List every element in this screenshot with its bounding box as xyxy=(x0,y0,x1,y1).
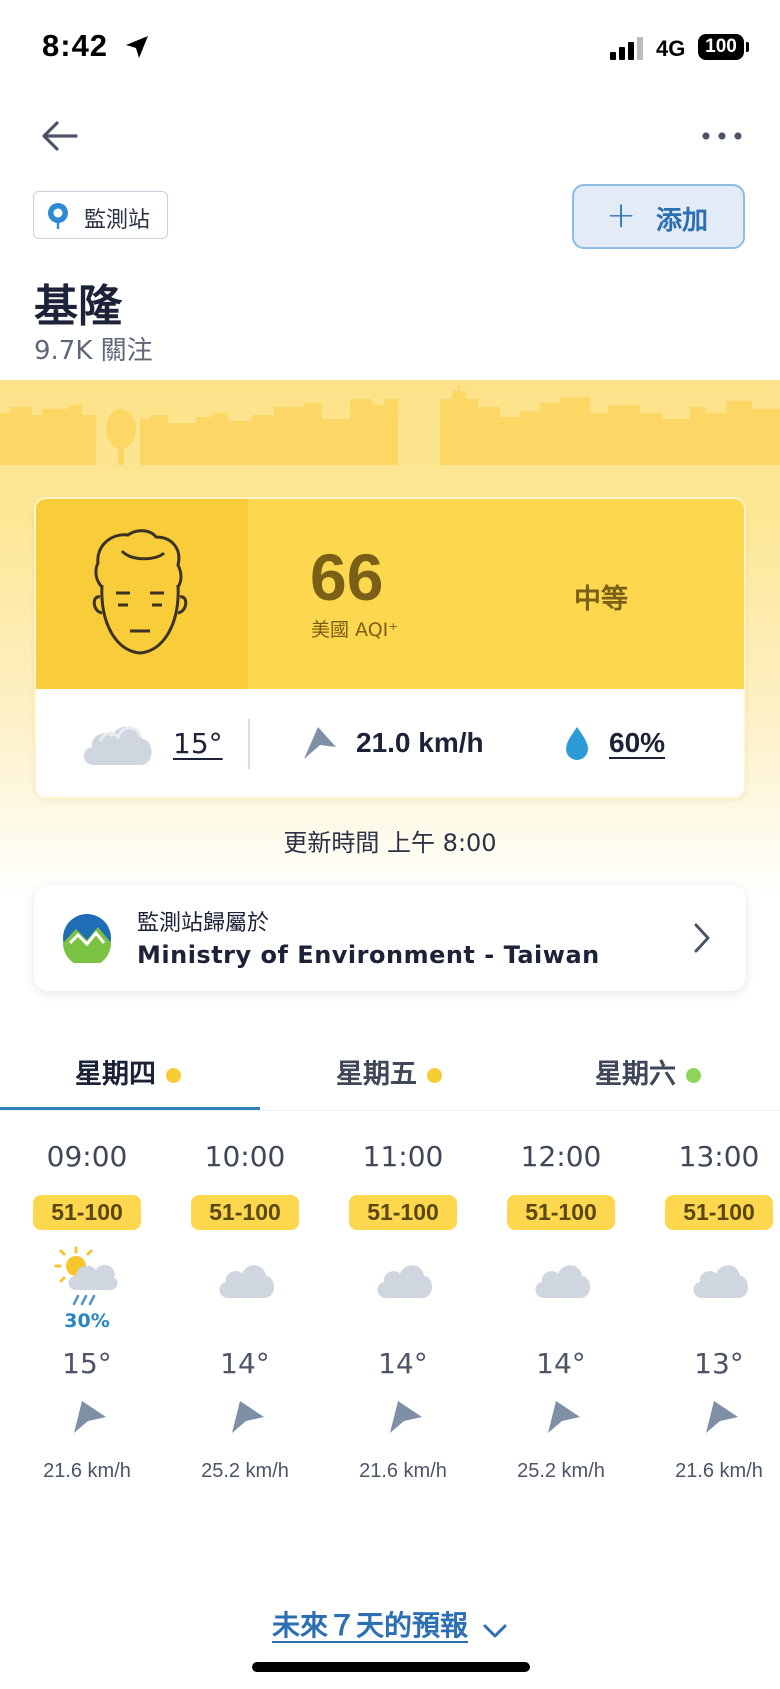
wind-direction-icon xyxy=(304,727,336,759)
hour-temperature: 15° xyxy=(62,1347,112,1380)
location-arrow-icon xyxy=(126,36,148,58)
hour-aqi-badge: 51-100 xyxy=(665,1195,773,1230)
hour-temperature: 13° xyxy=(694,1347,744,1380)
tab-label: 星期四 xyxy=(75,1059,156,1090)
active-tab-indicator xyxy=(0,1107,260,1110)
hour-time: 10:00 xyxy=(204,1140,286,1173)
hour-time: 11:00 xyxy=(362,1140,444,1173)
aqi-level: 中等 xyxy=(574,584,628,615)
hour-temperature: 14° xyxy=(536,1347,586,1380)
current-humidity[interactable]: 60% xyxy=(609,727,665,759)
current-weather-row: 15° 21.0 km/h 60% xyxy=(36,689,744,797)
cloud-icon xyxy=(693,1265,748,1298)
ministry-logo-icon xyxy=(63,914,111,963)
station-pin-icon xyxy=(48,203,68,229)
signal-icon xyxy=(610,36,646,60)
hour-aqi-badge: 51-100 xyxy=(191,1195,299,1230)
followers-count: 9.7K 關注 xyxy=(34,336,153,366)
hourly-item: 10:00 51-100 14° 25.2 km/h xyxy=(180,1140,310,1490)
home-indicator[interactable] xyxy=(252,1662,530,1672)
tabs-baseline xyxy=(0,1110,780,1111)
source-name: Ministry of Environment - Taiwan xyxy=(137,941,600,969)
hour-temperature: 14° xyxy=(220,1347,270,1380)
aqi-dot-icon xyxy=(166,1068,181,1083)
hour-time: 09:00 xyxy=(46,1140,128,1173)
cloud-icon xyxy=(535,1265,590,1298)
source-card[interactable]: 監測站歸屬於 Ministry of Environment - Taiwan xyxy=(34,885,746,991)
chevron-down-icon xyxy=(483,1624,507,1637)
cloud-icon xyxy=(377,1265,432,1298)
hour-wind-speed: 25.2 km/h xyxy=(517,1460,605,1482)
wind-direction-icon xyxy=(706,1401,738,1433)
hourly-item: 12:00 51-100 14° 25.2 km/h xyxy=(496,1140,626,1490)
hour-aqi-badge: 51-100 xyxy=(33,1195,141,1230)
hour-time: 12:00 xyxy=(520,1140,602,1173)
face-icon xyxy=(92,529,188,655)
tab-label: 星期五 xyxy=(336,1059,417,1090)
wind-direction-icon xyxy=(74,1401,106,1433)
hour-wind-speed: 21.6 km/h xyxy=(43,1460,131,1482)
hour-rain-chance: 30% xyxy=(64,1310,110,1332)
tab-saturday[interactable]: 星期六 xyxy=(595,1052,701,1091)
forecast-link-label: 未來７天的預報 xyxy=(271,1609,468,1642)
updated-time: 更新時間 上午 8:00 xyxy=(283,829,497,857)
divider xyxy=(248,719,250,769)
aqi-dot-icon xyxy=(686,1068,701,1083)
aqi-card-header: 66 美國 AQI⁺ 中等 xyxy=(36,499,744,689)
source-label: 監測站歸屬於 xyxy=(137,911,270,936)
cloud-icon xyxy=(83,726,152,765)
hour-temperature: 14° xyxy=(378,1347,428,1380)
aqi-dot-icon xyxy=(427,1068,442,1083)
wind-direction-icon xyxy=(390,1401,422,1433)
station-tag: 監測站 xyxy=(33,191,168,239)
city-title: 基隆 xyxy=(34,281,122,332)
station-tag-label: 監測站 xyxy=(84,208,151,233)
cloud-icon xyxy=(219,1265,274,1298)
current-wind-speed: 21.0 km/h xyxy=(356,727,484,758)
wind-direction-icon xyxy=(232,1401,264,1433)
battery-icon: 100 xyxy=(698,34,744,60)
hour-time: 13:00 xyxy=(678,1140,760,1173)
face-panel xyxy=(36,499,248,689)
sun-cloud-rain-icon xyxy=(54,1246,118,1306)
network-type: 4G xyxy=(656,36,686,61)
hour-aqi-badge: 51-100 xyxy=(507,1195,615,1230)
add-button-label: 添加 xyxy=(656,206,709,236)
battery-cap xyxy=(746,42,749,52)
humidity-drop-icon xyxy=(566,727,588,760)
tab-thursday[interactable]: 星期四 xyxy=(75,1052,181,1091)
back-arrow-icon[interactable] xyxy=(36,112,84,160)
hourly-item: 13:00 51-100 13° 21.6 km/h xyxy=(654,1140,780,1490)
forecast-7-day-link[interactable]: 未來７天的預報 xyxy=(0,1604,780,1644)
hourly-item: 09:00 51-100 30% 15° 21.6 km/h xyxy=(22,1140,152,1490)
hour-wind-speed: 21.6 km/h xyxy=(675,1460,763,1482)
plus-icon: + xyxy=(606,195,637,236)
hour-wind-speed: 21.6 km/h xyxy=(359,1460,447,1482)
hour-aqi-badge: 51-100 xyxy=(349,1195,457,1230)
tab-friday[interactable]: 星期五 xyxy=(336,1052,442,1091)
aqi-value: 66 xyxy=(310,540,384,614)
chevron-right-icon xyxy=(694,923,710,953)
current-temperature[interactable]: 15° xyxy=(173,727,223,760)
wind-direction-icon xyxy=(548,1401,580,1433)
hour-wind-speed: 25.2 km/h xyxy=(201,1460,289,1482)
status-time: 8:42 xyxy=(42,28,109,63)
aqi-label: 美國 AQI⁺ xyxy=(311,619,399,641)
add-button[interactable]: + 添加 xyxy=(572,184,745,249)
more-options-icon[interactable] xyxy=(700,118,744,154)
aqi-card[interactable]: 66 美國 AQI⁺ 中等 15° 21.0 km/h 60% xyxy=(34,497,746,799)
hourly-item: 11:00 51-100 14° 21.6 km/h xyxy=(338,1140,468,1490)
tab-label: 星期六 xyxy=(595,1059,676,1090)
city-skyline-illustration xyxy=(0,385,780,465)
